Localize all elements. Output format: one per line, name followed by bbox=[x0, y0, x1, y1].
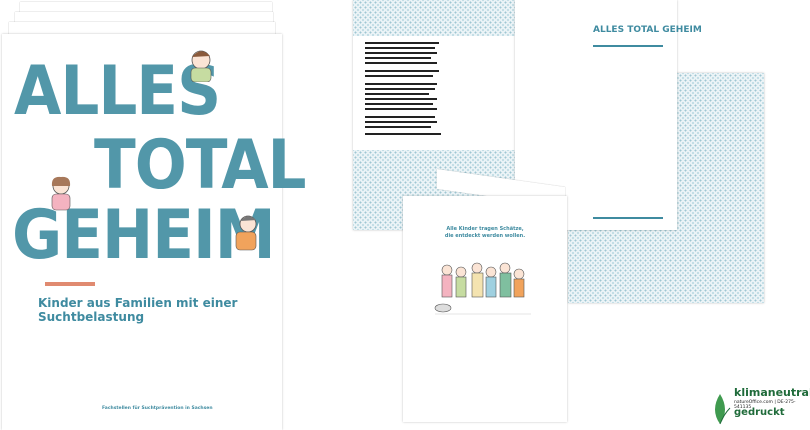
spread-left-pattern-top bbox=[353, 0, 515, 36]
leaf-icon bbox=[715, 394, 731, 425]
logo-printed: gedruckt bbox=[734, 407, 785, 418]
spread-footer-line bbox=[593, 217, 663, 219]
brochure-cover: ALLES TOTAL GEHEIM Kinder aus Familien m… bbox=[2, 34, 307, 430]
climate-neutral-logo: klimaneutral natureOffice.com | DE-275-5… bbox=[708, 386, 810, 428]
booklet-tagline-line1: Alle Kinder tragen Schätze, bbox=[446, 226, 524, 232]
child-illustration-icon bbox=[190, 50, 212, 82]
logo-title: klimaneutral bbox=[734, 386, 810, 399]
booklet-tagline-line2: die entdeckt werden wollen. bbox=[444, 232, 526, 239]
spread-title-subline bbox=[593, 45, 663, 47]
child-illustration-icon bbox=[235, 215, 257, 251]
cover-subtitle: Kinder aus Familien mit einer Suchtbelas… bbox=[38, 296, 238, 324]
booklet-tagline: Alle Kinder tragen Schätze, die entdeckt… bbox=[403, 226, 567, 240]
group-of-children-icon bbox=[434, 262, 531, 315]
cover-footer-text: Fachstellen für Suchtprävention in Sachs… bbox=[102, 406, 213, 411]
booklet-cover: Alle Kinder tragen Schätze, die entdeckt… bbox=[403, 196, 567, 422]
cover-title-total: TOTAL bbox=[94, 126, 307, 205]
spread-title: ALLES TOTAL GEHEIM bbox=[593, 25, 702, 35]
cover-accent-bar bbox=[45, 282, 95, 286]
child-illustration-icon bbox=[51, 176, 71, 211]
